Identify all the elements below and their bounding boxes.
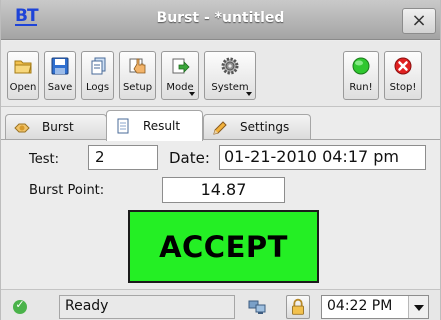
test-label: Test: bbox=[29, 152, 59, 167]
chevron-down-icon bbox=[414, 305, 424, 311]
save-label: Save bbox=[47, 82, 73, 93]
test-number-value: 2 bbox=[95, 148, 105, 166]
mode-arrow-icon bbox=[172, 58, 190, 74]
tab-result[interactable]: Result bbox=[106, 110, 203, 141]
burst-icon bbox=[14, 123, 30, 133]
lock-button[interactable] bbox=[286, 295, 310, 319]
tab-burst[interactable]: Burst bbox=[5, 114, 107, 139]
run-button[interactable]: Run! bbox=[343, 51, 379, 100]
network-icon bbox=[248, 300, 266, 314]
app-window: BT Burst - *untitled × Open Save Logs Se… bbox=[0, 0, 441, 320]
burst-point-label: Burst Point: bbox=[29, 183, 105, 198]
verdict-text: ACCEPT bbox=[159, 230, 288, 264]
hand-pointer-icon bbox=[129, 58, 145, 74]
red-stop-icon bbox=[394, 57, 412, 75]
pencil-icon bbox=[213, 121, 227, 135]
status-field: Ready bbox=[59, 295, 235, 319]
accept-indicator: ACCEPT bbox=[128, 210, 319, 283]
green-circle-icon bbox=[352, 57, 370, 75]
tab-bar: Burst Result Settings bbox=[1, 110, 440, 141]
date-label: Date: bbox=[169, 149, 210, 167]
date-field[interactable]: 01-21-2010 04:17 pm bbox=[219, 145, 426, 170]
logs-button[interactable]: Logs bbox=[81, 51, 114, 100]
system-button[interactable]: System bbox=[204, 51, 256, 100]
stop-label: Stop! bbox=[389, 82, 417, 93]
documents-icon bbox=[91, 57, 105, 75]
setup-label: Setup bbox=[122, 82, 153, 93]
clock-dropdown-toggle[interactable] bbox=[408, 296, 428, 318]
logs-label: Logs bbox=[85, 82, 110, 93]
clock-dropdown[interactable]: 04:22 PM bbox=[321, 295, 429, 319]
check-circle-icon: ✓ bbox=[13, 298, 27, 314]
mode-button[interactable]: Mode bbox=[161, 51, 199, 100]
clock-time: 04:22 PM bbox=[327, 298, 393, 314]
tab-settings-label: Settings bbox=[240, 120, 290, 134]
result-panel: Test: 2 Date: 01-21-2010 04:17 pm Burst … bbox=[1, 139, 440, 289]
window-title: Burst - *untitled bbox=[156, 10, 285, 26]
folder-open-icon bbox=[14, 60, 32, 74]
stop-button[interactable]: Stop! bbox=[384, 51, 422, 100]
burst-point-field: 14.87 bbox=[162, 177, 285, 203]
close-button[interactable]: × bbox=[402, 8, 436, 34]
tab-burst-label: Burst bbox=[42, 120, 74, 134]
status-message: Ready bbox=[65, 298, 109, 314]
burst-point-value: 14.87 bbox=[200, 180, 247, 199]
tab-settings[interactable]: Settings bbox=[203, 114, 311, 139]
title-bar: BT Burst - *untitled × bbox=[1, 0, 440, 40]
page-icon bbox=[117, 118, 129, 134]
lock-icon bbox=[292, 298, 304, 315]
chevron-down-icon bbox=[246, 92, 252, 96]
chevron-down-icon bbox=[189, 92, 195, 96]
open-button[interactable]: Open bbox=[7, 51, 39, 100]
close-icon: × bbox=[411, 10, 427, 31]
floppy-disk-icon bbox=[51, 57, 69, 75]
save-button[interactable]: Save bbox=[44, 51, 76, 100]
tab-result-label: Result bbox=[143, 119, 181, 133]
run-label: Run! bbox=[349, 82, 373, 93]
gear-icon bbox=[221, 57, 239, 75]
open-label: Open bbox=[9, 82, 37, 93]
setup-button[interactable]: Setup bbox=[119, 51, 156, 100]
status-bar: ✓ Ready 04:22 PM bbox=[1, 289, 440, 320]
date-value: 01-21-2010 04:17 pm bbox=[224, 147, 400, 166]
toolbar: Open Save Logs Setup Mode System Run! St… bbox=[1, 41, 440, 107]
test-number-field[interactable]: 2 bbox=[88, 145, 158, 170]
